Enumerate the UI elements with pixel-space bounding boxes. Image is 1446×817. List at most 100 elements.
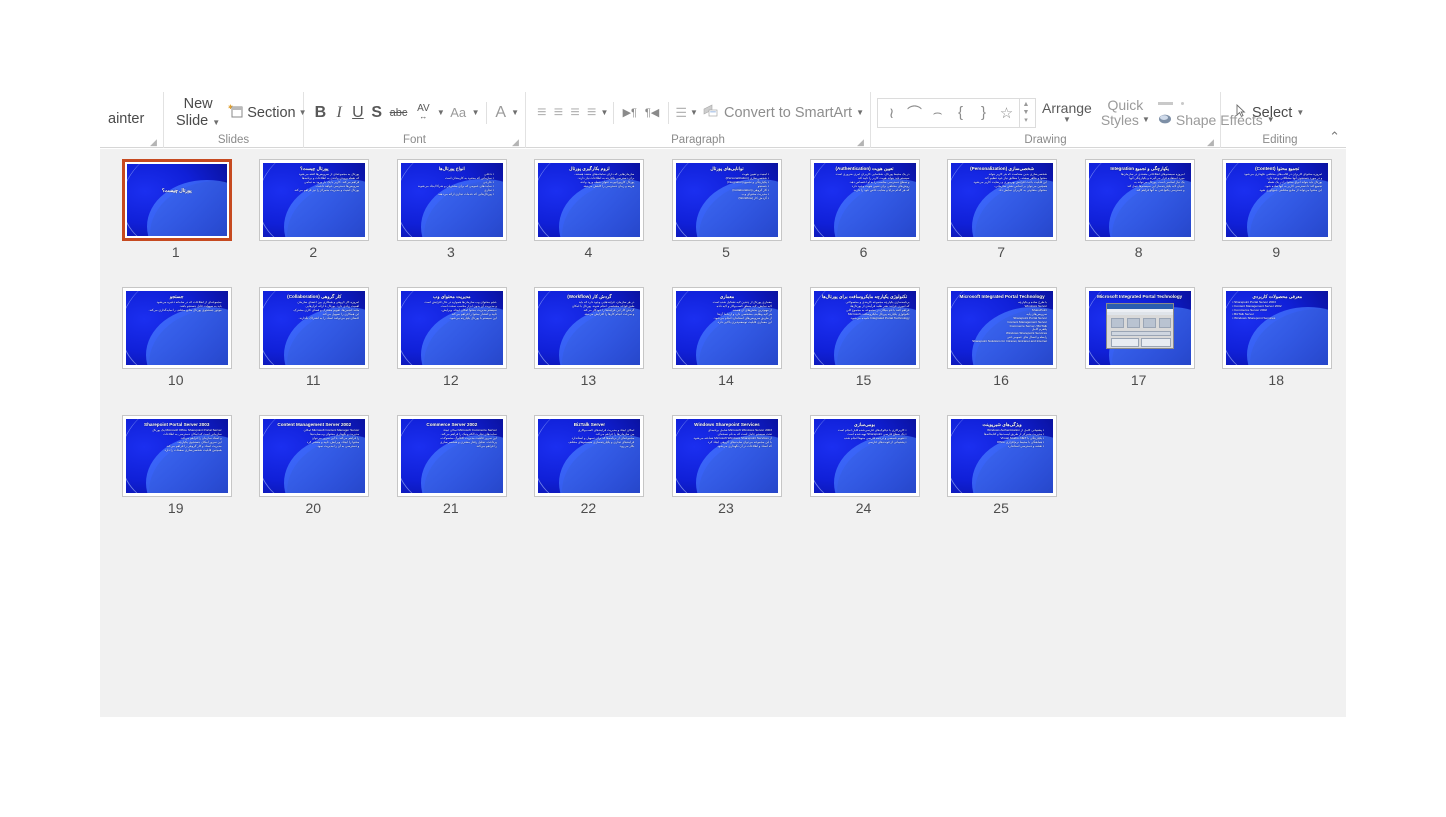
slide-thumbnail[interactable]: معماری معماری پورتال از چندین لایه تشکیل … bbox=[671, 287, 782, 369]
slide-cell[interactable]: پورتال چیست؟ پورتال به مجموعه‌ای از سرویس… bbox=[246, 159, 384, 287]
new-slide-button[interactable]: New Slide ▼ bbox=[174, 96, 222, 130]
shape-star-icon[interactable]: ☆ bbox=[996, 100, 1017, 126]
slide-thumbnail[interactable]: لزوم بکارگیری پورتال سازمان‌هایی که دارای… bbox=[534, 159, 645, 241]
shape-outline-icon[interactable] bbox=[1180, 101, 1184, 105]
slide-thumbnail[interactable]: Content Management Server 2002 Microsoft … bbox=[259, 415, 370, 497]
chevron-down-icon[interactable]: ▼ bbox=[601, 108, 609, 117]
select-button[interactable]: Select ▼ bbox=[1235, 103, 1304, 122]
text-direction-ltr-button[interactable]: ▶¶ bbox=[619, 101, 640, 125]
chevron-down-icon[interactable]: ▼ bbox=[437, 108, 445, 117]
shape-curve-icon[interactable]: ⌢ bbox=[927, 100, 948, 126]
slide-cell[interactable]: انواع پورتال‌ها ▪ داخلی ▪ سازمانی که محدود… bbox=[383, 159, 521, 287]
character-spacing-button[interactable]: AV ↔ bbox=[412, 101, 435, 125]
align-left-button[interactable]: ≡ bbox=[534, 101, 550, 125]
slide-sorter-pane[interactable]: تجمیع محتوا (Content) امروزه محتوای کاربر… bbox=[100, 149, 1346, 717]
slide-cell[interactable]: توانایی‌های پورتال ▪ امنیت و تعیین هویت ▪ … bbox=[658, 159, 796, 287]
slide-thumbnail-selected[interactable]: پورتال چیست؟ bbox=[121, 159, 232, 241]
chevron-down-icon[interactable]: ▼ bbox=[511, 108, 519, 117]
slide-cell[interactable]: تعیین هویت (Authentication) در یک محیط پو… bbox=[796, 159, 934, 287]
convert-to-smartart-button[interactable]: Convert to SmartArt ▼ bbox=[699, 103, 864, 122]
shape-fill-icon[interactable] bbox=[1157, 101, 1173, 105]
underline-button[interactable]: U bbox=[350, 101, 367, 125]
slide-thumbnail[interactable]: بومی‌سازی ▪ کاربرکاری با دیالوگ‌های فارسی… bbox=[809, 415, 920, 497]
change-case-button[interactable]: Aa bbox=[447, 101, 470, 125]
chevron-down-icon[interactable]: ▼ bbox=[1063, 116, 1071, 124]
arrange-button[interactable]: Arrange ▼ bbox=[1039, 101, 1095, 124]
more-shapes-icon[interactable]: ▾ bbox=[1024, 117, 1028, 125]
quick-styles-button[interactable]: Quick Styles ▼ bbox=[1098, 97, 1153, 128]
bold-button[interactable]: B bbox=[312, 101, 329, 125]
paragraph-dialog-launcher-icon[interactable]: ◢ bbox=[856, 138, 865, 147]
format-painter-button[interactable]: ainter bbox=[106, 111, 144, 127]
chevron-down-icon[interactable]: ▼ bbox=[690, 108, 698, 117]
slide-cell[interactable]: مدیریت محتوای وب حجم محتوای وب سازمان‌ها … bbox=[383, 287, 521, 415]
collapse-ribbon-button[interactable]: ⌃ bbox=[1329, 129, 1340, 145]
slide-thumbnail[interactable]: توانایی‌های پورتال ▪ امنیت و تعیین هویت ▪ … bbox=[671, 159, 782, 241]
slide-thumbnail[interactable]: Windows Sharepoint Services Microsoft Win… bbox=[671, 415, 782, 497]
chevron-up-icon[interactable]: ▲ bbox=[1023, 101, 1030, 109]
slide-cell[interactable]: کار گروهی (Collaboration) امروزه کار گروه… bbox=[246, 287, 384, 415]
slide-thumbnail[interactable]: مدیریت محتوای وب حجم محتوای وب سازمان‌ها … bbox=[396, 287, 507, 369]
shape-scribble-icon[interactable]: ≀ bbox=[881, 100, 902, 126]
slide-cell[interactable]: Windows Sharepoint Services Microsoft Win… bbox=[658, 415, 796, 543]
slide-thumbnail[interactable]: Commerce Server 2002 Microsoft Commerce S… bbox=[396, 415, 507, 497]
slide-cell[interactable]: گردش کار (Workflow) در هر سازمان، فراینده… bbox=[521, 287, 659, 415]
slide-thumbnail[interactable]: جستجو مجموعه‌ای از اطلاعات که در سامانه ذ… bbox=[121, 287, 232, 369]
slide-cell[interactable]: Microsoft Integrated Portal Technology 17 bbox=[1071, 287, 1209, 415]
slide-thumbnail[interactable]: گردش کار (Workflow) در هر سازمان، فراینده… bbox=[534, 287, 645, 369]
slide-cell[interactable]: ویژگی‌های شیرپوینت ▪ پشتیبانی کامل از Win… bbox=[933, 415, 1071, 543]
shapes-gallery-scroll[interactable]: ▲ ▼ ▾ bbox=[1019, 98, 1032, 127]
slide-thumbnail[interactable]: شخصی‌سازی (Personalization) شخصی‌سازی بدی… bbox=[947, 159, 1058, 241]
slide-cell[interactable]: بومی‌سازی ▪ کاربرکاری با دیالوگ‌های فارسی… bbox=[796, 415, 934, 543]
slide-thumbnail[interactable]: تکنولوژی یکپارچه مایکروسافت برای پورتال‌… bbox=[809, 287, 920, 369]
slide-thumbnail[interactable]: BizTalk Server امکان ایجاد و مدیریت فراین… bbox=[534, 415, 645, 497]
slide-thumbnail[interactable]: انواع پورتال‌ها ▪ داخلی ▪ سازمانی که محدود… bbox=[396, 159, 507, 241]
slide-cell[interactable]: تکنولوژی یکپارچه مایکروسافت برای پورتال‌… bbox=[796, 287, 934, 415]
columns-button[interactable]: ☰ bbox=[673, 101, 689, 125]
chevron-down-icon[interactable]: ▼ bbox=[1142, 116, 1150, 124]
font-dialog-launcher-icon[interactable]: ◢ bbox=[511, 138, 520, 147]
shape-right-brace-icon[interactable]: } bbox=[973, 100, 994, 126]
align-center-button[interactable]: ≡ bbox=[551, 101, 567, 125]
slide-cell[interactable]: معرفی محصولات کاربردی ▪ Sharepoint Portal… bbox=[1208, 287, 1346, 415]
slide-cell[interactable]: Commerce Server 2002 Microsoft Commerce S… bbox=[383, 415, 521, 543]
slide-thumbnail[interactable]: پورتال چیست؟ پورتال به مجموعه‌ای از سرویس… bbox=[259, 159, 370, 241]
align-right-button[interactable]: ≡ bbox=[567, 101, 583, 125]
slide-cell[interactable]: یکپارچگی و تجمیع Integration امروزه سیستم… bbox=[1071, 159, 1209, 287]
section-button[interactable]: ✱ Section ▼ bbox=[228, 103, 306, 123]
justify-button[interactable]: ≡ bbox=[584, 101, 600, 125]
slide-thumbnail[interactable]: تجمیع محتوا (Content) امروزه محتوای کاربر… bbox=[1222, 159, 1333, 241]
shapes-gallery[interactable]: ≀ ⌒ ⌢ { } ☆ ▲ ▼ ▾ bbox=[877, 97, 1036, 128]
chevron-down-icon[interactable]: ▼ bbox=[1296, 108, 1304, 117]
slide-cell[interactable]: جستجو مجموعه‌ای از اطلاعات که در سامانه ذ… bbox=[108, 287, 246, 415]
slide-thumbnail[interactable]: Sharepoint Portal Server 2003 Microsoft O… bbox=[121, 415, 232, 497]
slide-thumbnail[interactable]: تعیین هویت (Authentication) در یک محیط پو… bbox=[809, 159, 920, 241]
slide-cell[interactable]: BizTalk Server امکان ایجاد و مدیریت فراین… bbox=[521, 415, 659, 543]
text-direction-rtl-button[interactable]: ¶◀ bbox=[641, 101, 662, 125]
slide-cell[interactable]: پورتال چیست؟ 1 bbox=[108, 159, 246, 287]
drawing-dialog-launcher-icon[interactable]: ◢ bbox=[1206, 138, 1215, 147]
slide-thumbnail[interactable]: ویژگی‌های شیرپوینت ▪ پشتیبانی کامل از Win… bbox=[947, 415, 1058, 497]
slide-cell[interactable]: تجمیع محتوا (Content) امروزه محتوای کاربر… bbox=[1208, 159, 1346, 287]
slide-cell[interactable]: معماری معماری پورتال از چندین لایه تشکیل … bbox=[658, 287, 796, 415]
shape-left-brace-icon[interactable]: { bbox=[950, 100, 971, 126]
slide-thumbnail[interactable]: معرفی محصولات کاربردی ▪ Sharepoint Portal… bbox=[1222, 287, 1333, 369]
slide-cell[interactable]: Microsoft Integrated Portal Technology با… bbox=[933, 287, 1071, 415]
text-shadow-button[interactable]: S bbox=[368, 101, 385, 125]
slide-thumbnail[interactable]: یکپارچگی و تجمیع Integration امروزه سیستم… bbox=[1084, 159, 1195, 241]
slide-cell[interactable]: Content Management Server 2002 Microsoft … bbox=[246, 415, 384, 543]
chevron-down-icon[interactable]: ▼ bbox=[856, 108, 864, 117]
shape-arc-icon[interactable]: ⌒ bbox=[904, 100, 925, 126]
strikethrough-button[interactable]: abc bbox=[387, 101, 410, 125]
chevron-down-icon[interactable]: ▼ bbox=[472, 108, 480, 117]
chevron-down-icon[interactable]: ▼ bbox=[1023, 109, 1030, 117]
font-color-button[interactable]: A bbox=[492, 101, 509, 125]
chevron-down-icon[interactable]: ▼ bbox=[212, 118, 220, 127]
slide-thumbnail[interactable]: Microsoft Integrated Portal Technology با… bbox=[947, 287, 1058, 369]
slide-cell[interactable]: شخصی‌سازی (Personalization) شخصی‌سازی بدی… bbox=[933, 159, 1071, 287]
slide-thumbnail[interactable]: Microsoft Integrated Portal Technology bbox=[1084, 287, 1195, 369]
italic-button[interactable]: I bbox=[331, 101, 348, 125]
slide-cell[interactable]: لزوم بکارگیری پورتال سازمان‌هایی که دارای… bbox=[521, 159, 659, 287]
clipboard-dialog-launcher-icon[interactable]: ◢ bbox=[149, 138, 158, 147]
slide-cell[interactable]: Sharepoint Portal Server 2003 Microsoft O… bbox=[108, 415, 246, 543]
